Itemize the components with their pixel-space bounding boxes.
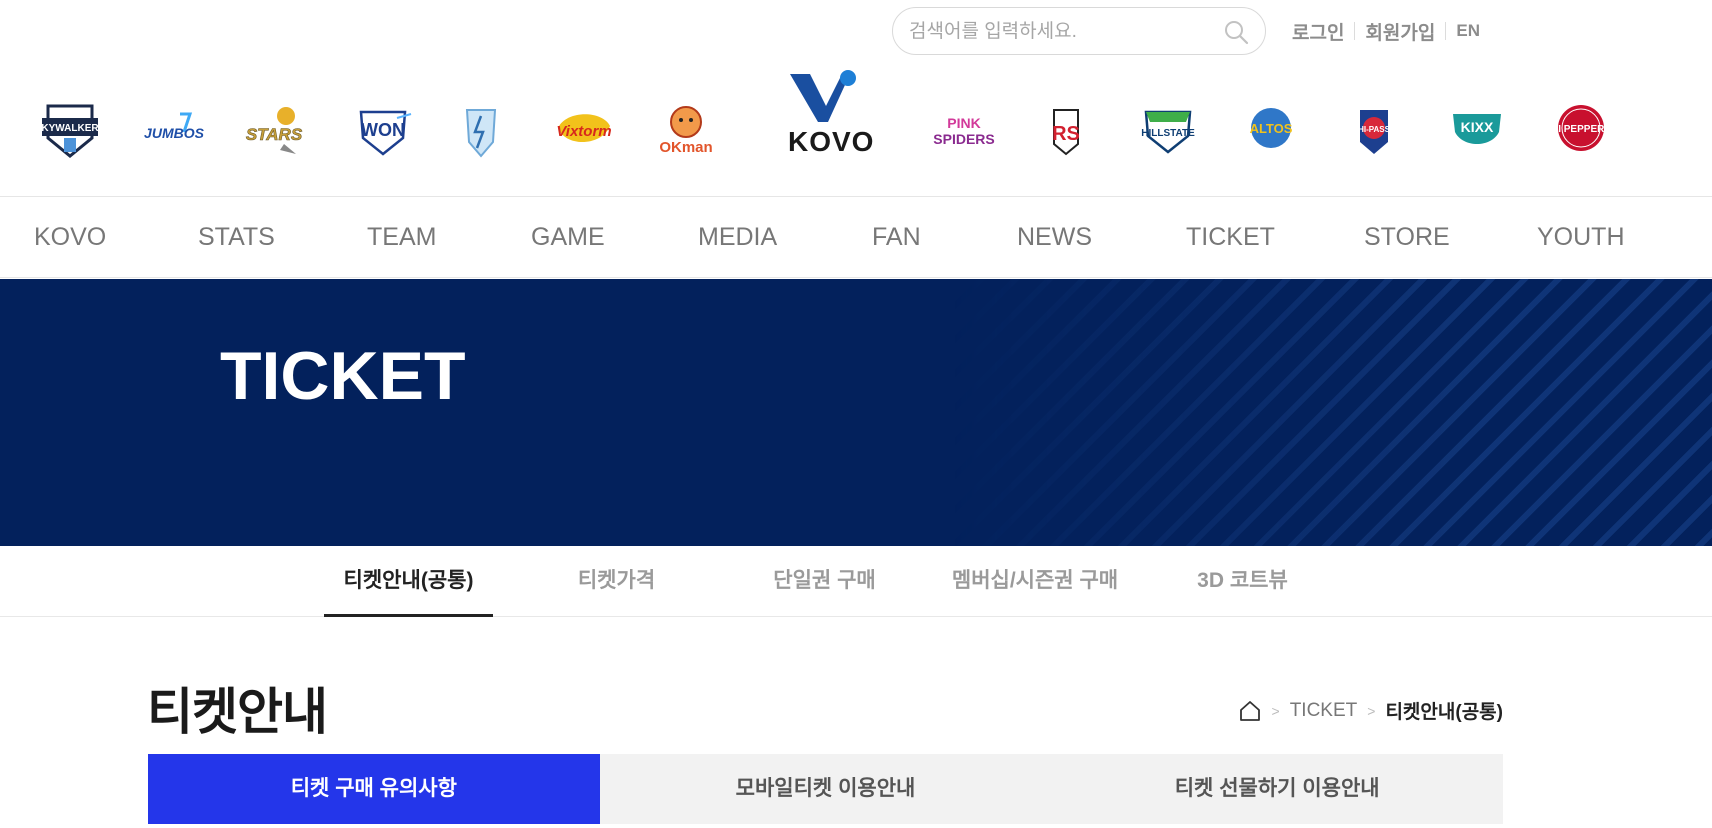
kbstars-logo-icon[interactable]: STARS bbox=[240, 98, 312, 162]
hero-title: TICKET bbox=[220, 338, 466, 414]
svg-text:AI PEPPERS: AI PEPPERS bbox=[1551, 124, 1611, 135]
nav-media[interactable]: MEDIA bbox=[698, 197, 777, 277]
chevron-right-icon: > bbox=[1367, 702, 1376, 719]
subtab-ticket-price[interactable]: 티켓가격 bbox=[532, 546, 701, 616]
svg-text:SKYWALKERS: SKYWALKERS bbox=[35, 123, 106, 134]
join-link[interactable]: 회원가입 bbox=[1365, 18, 1435, 45]
subtab-3d-courtview[interactable]: 3D 코트뷰 bbox=[1158, 546, 1327, 616]
svg-text:SPIDERS: SPIDERS bbox=[933, 131, 994, 147]
nav-kovo[interactable]: KOVO bbox=[34, 197, 106, 277]
chevron-right-icon: > bbox=[1271, 702, 1280, 719]
utility-bar: 로그인 회원가입 EN bbox=[892, 6, 1480, 56]
svg-text:JUMBOS: JUMBOS bbox=[144, 125, 205, 141]
vixtorm-logo-icon[interactable]: Vixtorm bbox=[548, 98, 620, 162]
tab-gift-ticket[interactable]: 티켓 선물하기 이용안내 bbox=[1051, 754, 1504, 824]
hipass-logo-icon[interactable]: HI-PASS bbox=[1338, 98, 1410, 162]
divider bbox=[1354, 22, 1356, 40]
svg-text:STARS: STARS bbox=[246, 125, 303, 144]
svg-text:WON: WON bbox=[361, 120, 405, 140]
breadcrumb-current: 티켓안내(공통) bbox=[1385, 702, 1503, 723]
subtab-ticket-guide[interactable]: 티켓안내(공통) bbox=[324, 546, 493, 617]
nav-store[interactable]: STORE bbox=[1364, 197, 1450, 277]
main-nav: KOVO STATS TEAM GAME MEDIA FAN NEWS TICK… bbox=[0, 196, 1712, 278]
kovo-logo[interactable]: KOVO bbox=[776, 66, 876, 166]
nav-stats[interactable]: STATS bbox=[198, 197, 275, 277]
home-icon[interactable] bbox=[1238, 699, 1262, 723]
search-box[interactable] bbox=[892, 7, 1266, 56]
hero-banner: TICKET bbox=[0, 279, 1712, 546]
jumbos-logo-icon[interactable]: JUMBOS bbox=[138, 98, 210, 162]
login-link[interactable]: 로그인 bbox=[1292, 18, 1344, 45]
wooriwon-logo-icon[interactable]: WON bbox=[347, 98, 419, 162]
nav-game[interactable]: GAME bbox=[531, 197, 605, 277]
divider bbox=[1445, 22, 1447, 40]
subtab-membership[interactable]: 멤버십/시즌권 구매 bbox=[940, 546, 1130, 616]
nav-team[interactable]: TEAM bbox=[367, 197, 436, 277]
aipeppers-logo-icon[interactable]: AI PEPPERS bbox=[1545, 98, 1617, 162]
tab-mobile-ticket[interactable]: 모바일티켓 이용안내 bbox=[599, 754, 1052, 824]
svg-text:ALTOS: ALTOS bbox=[1250, 121, 1293, 136]
svg-text:PINK: PINK bbox=[947, 115, 980, 131]
kovo-wordmark: KOVO bbox=[788, 126, 875, 157]
svg-text:Vixtorm: Vixtorm bbox=[556, 123, 611, 140]
sub-tabs: 티켓안내(공통) 티켓가격 단일권 구매 멤버십/시즌권 구매 3D 코트뷰 bbox=[0, 546, 1712, 617]
nav-fan[interactable]: FAN bbox=[872, 197, 921, 277]
svg-text:HI-PASS: HI-PASS bbox=[1358, 125, 1391, 134]
svg-text:RS: RS bbox=[1052, 123, 1080, 145]
kovo-emblem-icon bbox=[790, 70, 856, 122]
tab-purchase-notice[interactable]: 티켓 구매 유의사항 bbox=[148, 754, 600, 824]
content-tabs: 티켓 구매 유의사항 모바일티켓 이용안내 티켓 선물하기 이용안내 bbox=[148, 754, 1504, 824]
kixx-logo-icon[interactable]: KIXX bbox=[1441, 98, 1513, 162]
nav-news[interactable]: NEWS bbox=[1017, 197, 1092, 277]
hillstate-logo-icon[interactable]: HILLSTATE bbox=[1132, 98, 1204, 162]
redsparks-logo-icon[interactable]: RS bbox=[1030, 98, 1102, 162]
user-links: 로그인 회원가입 EN bbox=[1292, 18, 1480, 45]
pinkspiders-logo-icon[interactable]: PINK SPIDERS bbox=[928, 98, 1000, 162]
breadcrumb: > TICKET > 티켓안내(공통) bbox=[1238, 697, 1503, 724]
search-input[interactable] bbox=[907, 8, 1211, 56]
altos-logo-icon[interactable]: ALTOS bbox=[1235, 98, 1307, 162]
search-icon[interactable] bbox=[1223, 19, 1249, 45]
subtab-single-ticket[interactable]: 단일권 구매 bbox=[740, 546, 909, 616]
thunders-logo-icon[interactable] bbox=[445, 98, 517, 162]
page-title: 티켓안내 bbox=[147, 684, 328, 740]
hero-pattern bbox=[952, 279, 1712, 546]
svg-text:HILLSTATE: HILLSTATE bbox=[1141, 128, 1195, 139]
nav-youth[interactable]: YOUTH bbox=[1537, 197, 1625, 277]
skywalkers-logo-icon[interactable]: SKYWALKERS bbox=[34, 98, 106, 162]
team-logos: SKYWALKERS JUMBOS STARS WON Vixtorm OKma… bbox=[0, 66, 1712, 196]
okman-logo-icon[interactable]: OKman bbox=[650, 98, 722, 162]
svg-text:OKman: OKman bbox=[659, 139, 712, 156]
svg-text:KIXX: KIXX bbox=[1461, 119, 1494, 135]
breadcrumb-ticket[interactable]: TICKET bbox=[1290, 700, 1358, 722]
nav-ticket[interactable]: TICKET bbox=[1186, 197, 1275, 277]
language-link[interactable]: EN bbox=[1456, 21, 1480, 41]
